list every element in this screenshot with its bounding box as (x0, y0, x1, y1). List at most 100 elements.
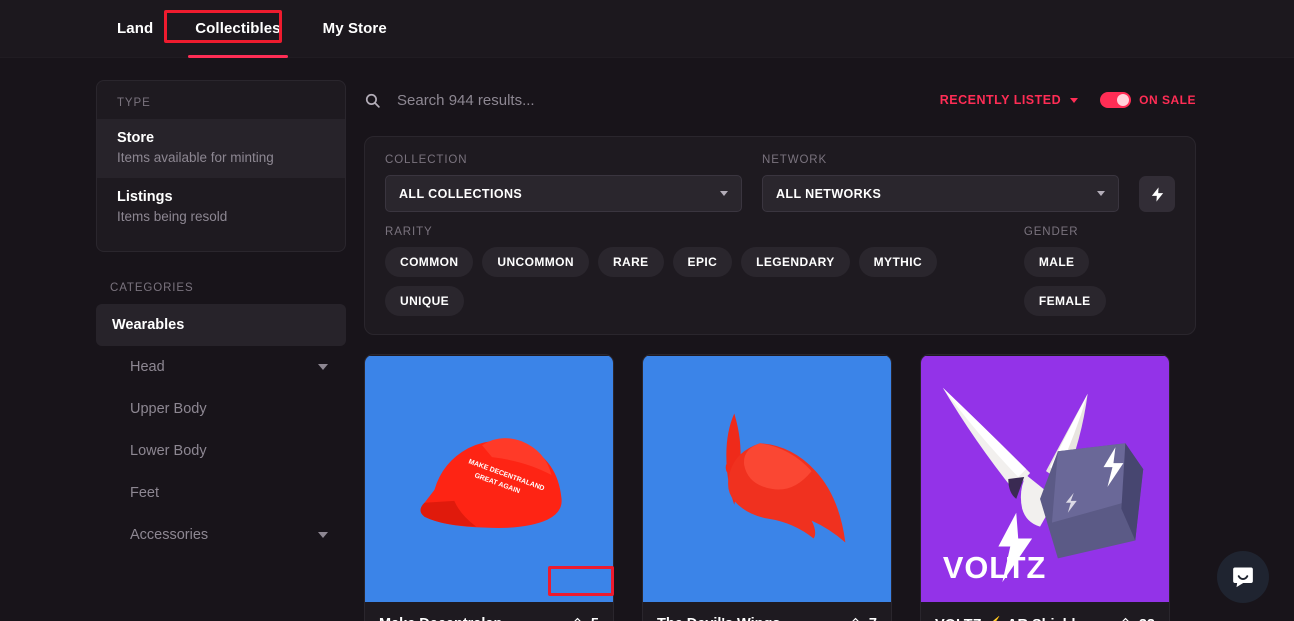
sidebar-category-head[interactable]: Head (96, 346, 346, 388)
sidebar-type-store[interactable]: Store Items available for minting (97, 119, 345, 178)
sidebar-category-feet[interactable]: Feet (96, 472, 346, 514)
chevron-down-icon (1070, 97, 1079, 103)
main-nav: Land Collectibles My Store (96, 0, 408, 58)
category-label: Upper Body (130, 401, 207, 417)
rarity-chip-group: COMMON UNCOMMON RARE EPIC LEGENDARY MYTH… (385, 247, 1004, 316)
filter-panel: COLLECTION ALL COLLECTIONS NETWORK ALL N… (364, 136, 1196, 335)
network-select[interactable]: ALL NETWORKS (762, 175, 1119, 212)
price-value: 7 (869, 616, 877, 621)
gender-chip-group: MALE FEMALE (1023, 247, 1175, 316)
chip-label: UNCOMMON (497, 255, 574, 269)
item-price: 7 (848, 616, 877, 621)
chevron-down-icon (720, 191, 728, 196)
type-title: Listings (117, 189, 173, 205)
rarity-chip-unique[interactable]: UNIQUE (385, 286, 465, 316)
item-title: Make Decentralan... (379, 616, 514, 621)
gender-label: GENDER (1023, 226, 1079, 238)
sidebar-type-listings[interactable]: Listings Items being resold (97, 178, 345, 237)
card-header: The Devil's Wings 7 (657, 616, 877, 621)
category-label: Wearables (112, 317, 185, 333)
type-filter-card: TYPE Store Items available for minting L… (96, 80, 346, 252)
price-value: 33 (1139, 617, 1155, 621)
gender-chip-female[interactable]: FEMALE (1023, 286, 1106, 316)
sidebar-category-lower-body[interactable]: Lower Body (96, 430, 346, 472)
sidebar-category-upper-body[interactable]: Upper Body (96, 388, 346, 430)
rarity-chip-common[interactable]: COMMON (385, 247, 474, 277)
item-title: VOLTZ ⚡ AR Shield (935, 616, 1076, 621)
sidebar: TYPE Store Items available for minting L… (96, 80, 346, 621)
gender-filter: GENDER MALE FEMALE (1023, 226, 1175, 316)
on-sale-label: ON SALE (1139, 93, 1196, 107)
page-body: TYPE Store Items available for minting L… (0, 58, 1294, 621)
collection-filter: COLLECTION ALL COLLECTIONS (385, 154, 742, 212)
nav-tab-collectibles[interactable]: Collectibles (174, 0, 301, 58)
type-subtitle: Items being resold (117, 209, 228, 224)
mana-diamond-icon (1122, 617, 1129, 621)
item-card[interactable]: MAKE DECENTRALAND GREAT AGAIN Make Decen… (364, 354, 614, 621)
chat-bubble-icon (1233, 567, 1253, 588)
chat-widget-button[interactable] (1217, 551, 1269, 603)
mana-diamond-icon (573, 617, 582, 621)
rarity-chip-rare[interactable]: RARE (597, 247, 664, 277)
gender-chip-male[interactable]: MALE (1023, 247, 1090, 277)
card-header: Make Decentralan... 5 (379, 616, 599, 621)
rarity-chip-legendary[interactable]: LEGENDARY (741, 247, 850, 277)
category-label: Head (130, 359, 165, 375)
type-section-label: TYPE (117, 97, 151, 109)
chip-label: EPIC (687, 255, 718, 269)
card-header: VOLTZ ⚡ AR Shield 33 (935, 616, 1155, 621)
collection-label: COLLECTION (385, 154, 468, 166)
category-label: Lower Body (130, 443, 207, 459)
card-body: The Devil's Wings 7 Polygon (643, 603, 891, 621)
categories-section-label: CATEGORIES (110, 282, 194, 294)
search-bar: RECENTLY LISTED ON SALE (364, 80, 1196, 120)
collection-select[interactable]: ALL COLLECTIONS (385, 175, 742, 212)
card-body: VOLTZ ⚡ AR Shield 33 Polygon (921, 603, 1169, 621)
chip-label: UNIQUE (400, 294, 450, 308)
nav-tab-land[interactable]: Land (96, 0, 174, 58)
filter-selects-row: COLLECTION ALL COLLECTIONS NETWORK ALL N… (385, 154, 1175, 212)
rarity-chip-epic[interactable]: EPIC (672, 247, 733, 277)
chip-label: LEGENDARY (756, 255, 835, 269)
item-title: The Devil's Wings (657, 616, 780, 621)
chip-label: RARE (612, 255, 649, 269)
svg-text:VOLTZ: VOLTZ (943, 550, 1046, 585)
item-image-cap: MAKE DECENTRALAND GREAT AGAIN (365, 355, 613, 603)
item-card[interactable]: The Devil's Wings 7 Polygon (642, 354, 892, 621)
sidebar-category-accessories[interactable]: Accessories (96, 514, 346, 556)
toggle-switch[interactable] (1100, 92, 1132, 108)
chip-label: FEMALE (1038, 294, 1091, 308)
nav-tab-my-store[interactable]: My Store (302, 0, 408, 58)
nav-tab-label: Land (117, 20, 154, 37)
item-image-voltz: VOLTZ (921, 355, 1169, 603)
filter-chips-row: RARITY COMMON UNCOMMON RARE EPIC LEGENDA… (385, 226, 1175, 316)
card-body: Make Decentralan... 5 Polygon (365, 603, 613, 621)
category-label: Feet (130, 485, 160, 501)
price-value: 5 (591, 616, 599, 621)
sidebar-category-wearables[interactable]: Wearables (96, 304, 346, 346)
item-image-wings (643, 355, 891, 603)
on-sale-toggle[interactable]: ON SALE (1100, 92, 1196, 108)
main-content: RECENTLY LISTED ON SALE COLLECTION ALL C… (346, 80, 1294, 621)
chevron-down-icon (318, 532, 328, 538)
rarity-chip-mythic[interactable]: MYTHIC (858, 247, 938, 277)
type-subtitle: Items available for minting (117, 150, 274, 165)
rarity-filter: RARITY COMMON UNCOMMON RARE EPIC LEGENDA… (385, 226, 1004, 316)
sort-dropdown[interactable]: RECENTLY LISTED (939, 93, 1079, 107)
chip-label: MYTHIC (873, 255, 923, 269)
network-filter: NETWORK ALL NETWORKS (762, 154, 1119, 212)
lightning-bolt-icon (1151, 186, 1163, 202)
chip-label: MALE (1038, 255, 1075, 269)
quick-filter-button[interactable] (1139, 176, 1175, 212)
search-icon (365, 93, 380, 108)
network-value: ALL NETWORKS (776, 186, 882, 201)
rarity-label: RARITY (385, 226, 433, 238)
sort-label: RECENTLY LISTED (939, 93, 1062, 107)
rarity-chip-uncommon[interactable]: UNCOMMON (482, 247, 589, 277)
item-card[interactable]: VOLTZ VOLTZ ⚡ AR Shield 33 Polygon (920, 354, 1170, 621)
search-input[interactable] (397, 91, 940, 109)
collection-value: ALL COLLECTIONS (399, 186, 523, 201)
chip-label: COMMON (400, 255, 459, 269)
item-price: 33 (1118, 617, 1155, 621)
network-label: NETWORK (762, 154, 828, 166)
